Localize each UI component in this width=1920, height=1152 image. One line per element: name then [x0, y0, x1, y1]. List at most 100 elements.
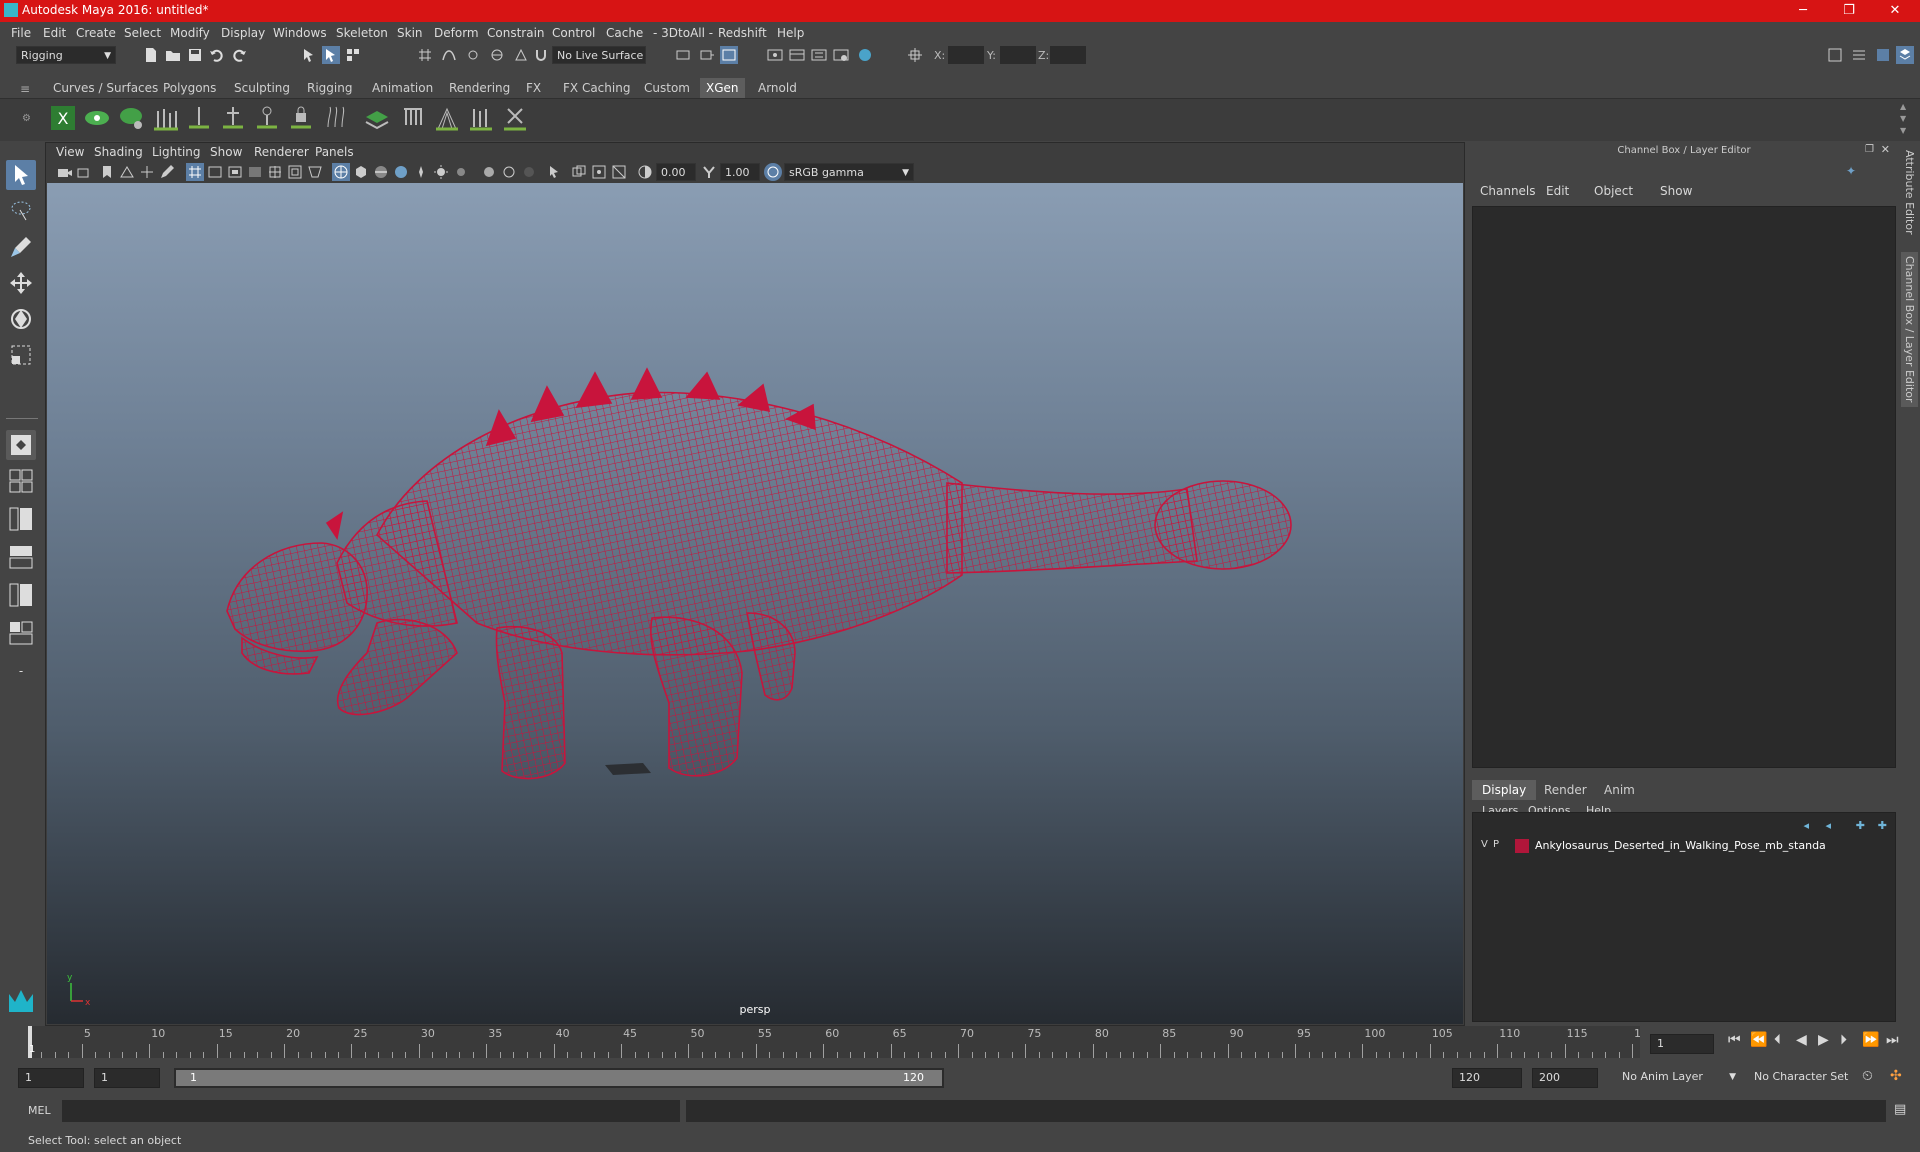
screen-space-ao-icon[interactable] [452, 163, 470, 181]
xgen-preview-icon[interactable] [82, 103, 112, 133]
perspective-viewport[interactable]: y x persp [47, 183, 1463, 1024]
new-layer-selected-icon[interactable]: ✚ [1878, 819, 1887, 832]
hypershade-layout-icon[interactable] [6, 580, 36, 610]
viewport-menu-shading[interactable]: Shading [94, 145, 143, 159]
scale-tool-icon[interactable] [6, 340, 36, 370]
exposure-icon[interactable] [636, 163, 654, 181]
xgen-guide-length-icon[interactable] [252, 103, 282, 133]
menu-skeleton[interactable]: Skeleton [336, 26, 388, 40]
viewport-menu-panels[interactable]: Panels [315, 145, 354, 159]
smooth-shade-icon[interactable] [352, 163, 370, 181]
field-chart-icon[interactable] [266, 163, 284, 181]
viewport-menu-show[interactable]: Show [210, 145, 242, 159]
render-settings-icon[interactable] [832, 46, 850, 64]
channels-show-menu[interactable]: Show [1660, 184, 1692, 198]
menu-redshift[interactable]: Redshift [718, 26, 767, 40]
wireframe-icon[interactable] [332, 163, 350, 181]
minimize-button[interactable]: ─ [1780, 0, 1826, 22]
tab-fx-caching[interactable]: FX Caching [557, 78, 636, 98]
xgen-add-guide-icon[interactable] [184, 103, 214, 133]
playback-start-field[interactable]: 1 [94, 1068, 160, 1088]
anim-prefs-icon[interactable]: ⏲ [1862, 1068, 1873, 1084]
render-view-icon[interactable] [766, 46, 784, 64]
channels-edit-menu[interactable]: Edit [1546, 184, 1569, 198]
end-time-field[interactable]: 200 [1532, 1068, 1598, 1088]
color-management-icon[interactable] [764, 163, 782, 181]
xgen-cut-icon[interactable] [466, 103, 496, 133]
tab-render[interactable]: Render [1534, 780, 1597, 800]
script-language-toggle[interactable]: MEL [28, 1104, 51, 1117]
maximize-button[interactable]: ❐ [1826, 0, 1872, 22]
tab-attribute-editor[interactable]: Attribute Editor [1903, 150, 1916, 235]
four-view-layout-icon[interactable] [6, 466, 36, 496]
xray-components-icon[interactable] [610, 163, 628, 181]
lasso-tool-icon[interactable] [6, 196, 36, 226]
move-layer-down-icon[interactable]: ◂ [1825, 819, 1831, 832]
viewport-menu-lighting[interactable]: Lighting [152, 145, 201, 159]
range-slider-handle[interactable]: 1 120 [176, 1070, 942, 1086]
ipr-render-icon[interactable] [810, 46, 828, 64]
menu-file[interactable]: File [11, 26, 31, 40]
menu-create[interactable]: Create [76, 26, 116, 40]
xgen-create-description-icon[interactable] [116, 103, 146, 133]
shelf-menu-icon[interactable]: ≡ [20, 82, 30, 96]
x-coord-field[interactable] [948, 46, 984, 64]
render-frame-icon[interactable] [788, 46, 806, 64]
step-forward-key-icon[interactable]: ⏵ [1840, 1032, 1847, 1048]
tab-xgen[interactable]: XGen [700, 78, 745, 98]
layer-visibility-toggle[interactable]: V [1481, 839, 1488, 850]
channels-object-menu[interactable]: Object [1594, 184, 1633, 198]
rotate-tool-icon[interactable] [6, 304, 36, 334]
use-all-lights-icon[interactable] [412, 163, 430, 181]
grid-toggle-icon[interactable] [186, 163, 204, 181]
safe-action-icon[interactable] [286, 163, 304, 181]
grease-pencil-icon[interactable] [158, 163, 176, 181]
graph-editor-layout-icon[interactable] [6, 542, 36, 572]
single-perspective-layout-icon[interactable] [6, 430, 36, 460]
snap-point-icon[interactable] [464, 46, 482, 64]
xgen-layers-icon[interactable] [362, 103, 392, 133]
safe-title-icon[interactable] [306, 163, 324, 181]
tab-custom[interactable]: Custom [638, 78, 696, 98]
bookmark-icon[interactable] [98, 163, 116, 181]
output-ops-icon[interactable] [698, 46, 716, 64]
film-gate-icon[interactable] [206, 163, 224, 181]
float-panel-icon[interactable]: ❐ [1865, 144, 1874, 155]
2d-pan-zoom-icon[interactable] [138, 163, 156, 181]
xray-joints-icon[interactable] [590, 163, 608, 181]
camera-icon[interactable] [56, 163, 74, 181]
new-scene-icon[interactable] [142, 46, 160, 64]
outliner-layout-icon[interactable] [6, 504, 36, 534]
isolate-select-icon[interactable] [546, 163, 564, 181]
go-to-end-icon[interactable]: ⏭ [1886, 1032, 1899, 1048]
live-surface-field[interactable]: No Live Surface [552, 46, 646, 64]
menu-select[interactable]: Select [124, 26, 161, 40]
paint-select-tool-icon[interactable] [6, 232, 36, 262]
selection-mask-icon[interactable] [906, 46, 924, 64]
tab-curves-surfaces[interactable]: Curves / Surfaces [47, 78, 164, 98]
tab-fx[interactable]: FX [520, 78, 547, 98]
xgen-comb-icon[interactable] [398, 103, 428, 133]
layer-color-swatch[interactable] [1515, 839, 1529, 853]
uv-editor-layout-icon[interactable] [6, 618, 36, 648]
xgen-sculpt-guide-icon[interactable] [218, 103, 248, 133]
menu-windows[interactable]: Windows [273, 26, 327, 40]
redo-icon[interactable] [230, 46, 248, 64]
motion-blur-icon[interactable] [480, 163, 498, 181]
tab-anim[interactable]: Anim [1594, 780, 1645, 800]
xgen-guide-icon[interactable] [150, 103, 180, 133]
resolution-gate-icon[interactable] [226, 163, 244, 181]
gamma-field[interactable]: 1.00 [720, 163, 760, 181]
layer-playback-toggle[interactable]: P [1493, 839, 1499, 850]
move-tool-icon[interactable] [6, 268, 36, 298]
xgen-editor-icon[interactable]: X [48, 103, 78, 133]
tab-channel-box[interactable]: Channel Box / Layer Editor [1901, 252, 1918, 407]
close-panel-icon[interactable]: ✕ [1881, 143, 1890, 156]
step-back-key-icon[interactable]: ⏴ [1774, 1032, 1781, 1048]
tab-display[interactable]: Display [1472, 780, 1537, 800]
attribute-editor-toggle-icon[interactable] [1850, 46, 1868, 64]
channel-list[interactable] [1472, 206, 1896, 768]
snap-view-plane-icon[interactable] [488, 46, 506, 64]
current-frame-field[interactable]: 1 [1650, 1034, 1714, 1054]
camera-attributes-icon[interactable] [76, 163, 94, 181]
